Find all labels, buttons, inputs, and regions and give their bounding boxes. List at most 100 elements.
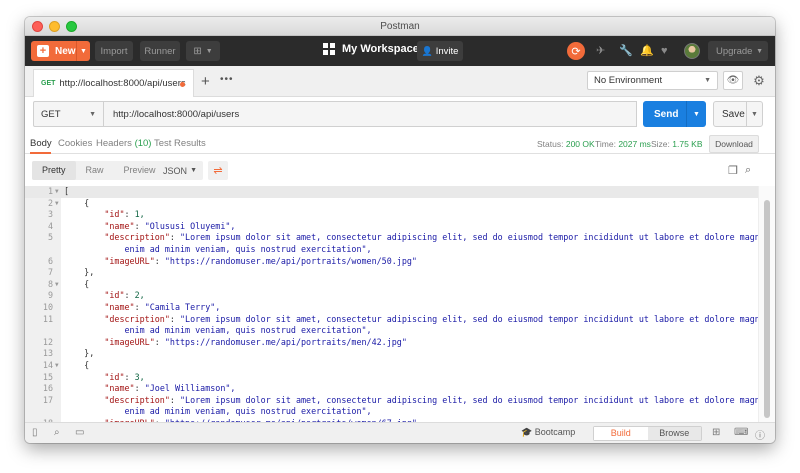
add-tab-icon[interactable]: + (201, 74, 210, 89)
upgrade-label: Upgrade (716, 45, 753, 57)
more-tabs-icon[interactable]: ••• (220, 74, 234, 85)
code-text: }, (64, 267, 95, 278)
time-readout: Time: 2027 ms (595, 139, 651, 149)
code-line: enim ad minim veniam, quis nostrud exerc… (25, 325, 758, 337)
request-tab[interactable]: GET http://localhost:8000/api/users (33, 69, 194, 97)
code-line: 12 "imageURL": "https://randomuser.me/ap… (25, 337, 758, 349)
code-line: enim ad minim veniam, quis nostrud exerc… (25, 244, 758, 256)
view-mode-segment: Pretty Raw Preview (32, 161, 166, 180)
mode-pretty[interactable]: Pretty (32, 161, 76, 180)
eye-icon[interactable]: 👁 (723, 71, 743, 90)
response-body-editor[interactable]: 1 ▼[2 ▼ {3 "id": 1, 4 "name": "Olususi Oluy… (25, 186, 758, 422)
copy-icon[interactable]: ❐ (728, 164, 738, 177)
language-select[interactable]: JSON ▼ (156, 161, 203, 180)
line-number: 16 (42, 383, 53, 394)
code-text: enim ad minim veniam, quis nostrud exerc… (64, 244, 372, 254)
save-dropdown-icon[interactable]: ▼ (746, 102, 762, 126)
tab-test-results[interactable]: Test Results (154, 138, 206, 149)
help-icon[interactable]: ⓘ (755, 427, 765, 442)
plus-icon: + (37, 45, 49, 57)
satellite-icon[interactable]: ✈ (596, 44, 605, 58)
close-window-button[interactable] (32, 21, 43, 32)
scrollbar-thumb[interactable] (764, 200, 770, 418)
code-line: 2 ▼ { (25, 198, 758, 210)
import-button[interactable]: Import (95, 41, 133, 61)
wrench-icon[interactable]: 🔧 (619, 44, 633, 58)
fold-toggle-icon[interactable]: ▼ (55, 198, 59, 210)
code-line: 17 "description": "Lorem ipsum dolor sit… (25, 395, 758, 407)
wrap-lines-icon[interactable]: ⇌ (208, 161, 228, 180)
find-replace-icon[interactable]: ⌕ (54, 427, 60, 438)
search-icon[interactable]: ⌕ (745, 164, 751, 177)
line-number: 7 (47, 267, 53, 278)
upgrade-button[interactable]: Upgrade ▼ (708, 41, 768, 61)
browse-button[interactable]: Browse (647, 427, 701, 440)
bell-icon[interactable]: 🔔 (640, 44, 654, 58)
invite-button[interactable]: 👤 Invite (417, 41, 463, 61)
line-number: 10 (42, 302, 53, 312)
sidebar-icon[interactable]: ▯ (32, 427, 38, 438)
save-button[interactable]: Save ▼ (713, 101, 763, 127)
gear-icon[interactable]: ⚙ (749, 71, 769, 90)
size-label: Size: (651, 139, 670, 149)
heart-icon[interactable]: ♥ (661, 44, 668, 58)
code-line: 13 }, (25, 348, 758, 360)
environment-value: No Environment (594, 75, 663, 86)
fold-toggle-icon[interactable]: ▼ (55, 360, 59, 372)
response-tabs: Body Cookies Headers (10) Test Results S… (25, 134, 775, 154)
fold-toggle-icon[interactable]: ▼ (55, 186, 59, 198)
url-input[interactable]: http://localhost:8000/api/users (104, 101, 637, 127)
download-button[interactable]: Download (709, 135, 759, 153)
tab-cookies[interactable]: Cookies (58, 138, 92, 149)
code-line: enim ad minim veniam, quis nostrud exerc… (25, 406, 758, 418)
status-label: Status: (537, 139, 564, 149)
mode-raw[interactable]: Raw (76, 161, 114, 180)
method-select[interactable]: GET ▼ (33, 101, 104, 127)
invite-label: Invite (435, 45, 459, 57)
chevron-down-icon: ▼ (190, 167, 197, 174)
environment-select[interactable]: No Environment ▼ (587, 71, 718, 90)
code-line: 5 "description": "Lorem ipsum dolor sit … (25, 232, 758, 244)
fold-toggle-icon[interactable]: ▼ (55, 279, 59, 291)
editor-scrollbar[interactable] (758, 186, 775, 422)
zoom-window-button[interactable] (66, 21, 77, 32)
new-button[interactable]: + New ▼ (31, 41, 90, 61)
chevron-down-icon: ▼ (756, 47, 763, 55)
bootcamp-button[interactable]: 🎓 Bootcamp (521, 427, 575, 438)
save-label: Save (722, 108, 745, 120)
line-number: 1 (47, 186, 53, 196)
two-pane-icon[interactable]: ⊞ (712, 427, 720, 438)
minimize-window-button[interactable] (49, 21, 60, 32)
sync-icon[interactable]: ⟳ (567, 42, 585, 60)
code-line: 1 ▼ [ (25, 186, 758, 198)
avatar[interactable] (684, 43, 700, 59)
tab-headers[interactable]: Headers (10) (96, 138, 151, 149)
send-button[interactable]: Send ▼ (643, 101, 706, 127)
code-text: "name": "Camila Terry", (104, 302, 221, 312)
new-window-button[interactable]: ⊞ ▼ (186, 41, 220, 61)
chevron-down-icon: ▼ (704, 77, 711, 84)
line-number: 5 (47, 232, 53, 243)
request-tab-strip: GET http://localhost:8000/api/users + ••… (25, 66, 775, 97)
code-text: enim ad minim veniam, quis nostrud exerc… (64, 406, 372, 417)
send-dropdown-icon[interactable]: ▼ (686, 101, 706, 127)
line-number: 4 (47, 220, 53, 231)
unsaved-dot-icon (180, 82, 185, 87)
build-button[interactable]: Build (594, 427, 648, 440)
tab-body[interactable]: Body (30, 138, 52, 149)
workspace-name: My Workspace (342, 43, 419, 55)
size-value: 1.75 KB (672, 139, 703, 149)
code-line: 16 "name": "Joel Williamson", (25, 383, 758, 395)
new-dropdown-icon[interactable]: ▼ (76, 41, 90, 61)
title-bar: Postman (25, 17, 775, 36)
size-readout: Size: 1.75 KB (651, 139, 703, 149)
runner-button[interactable]: Runner (140, 41, 180, 61)
code-text: enim ad minim veniam, quis nostrud exerc… (64, 325, 372, 336)
workspace-switcher[interactable]: My Workspace ▼ (323, 43, 432, 55)
line-number: 9 (47, 290, 53, 301)
code-line: 4 "name": "Olususi Oluyemi", (25, 221, 758, 233)
line-number: 15 (42, 371, 53, 382)
tab-headers-label: Headers (96, 138, 132, 149)
keyboard-icon[interactable]: ⌨ (734, 427, 748, 438)
console-icon[interactable]: ▭ (75, 427, 84, 438)
